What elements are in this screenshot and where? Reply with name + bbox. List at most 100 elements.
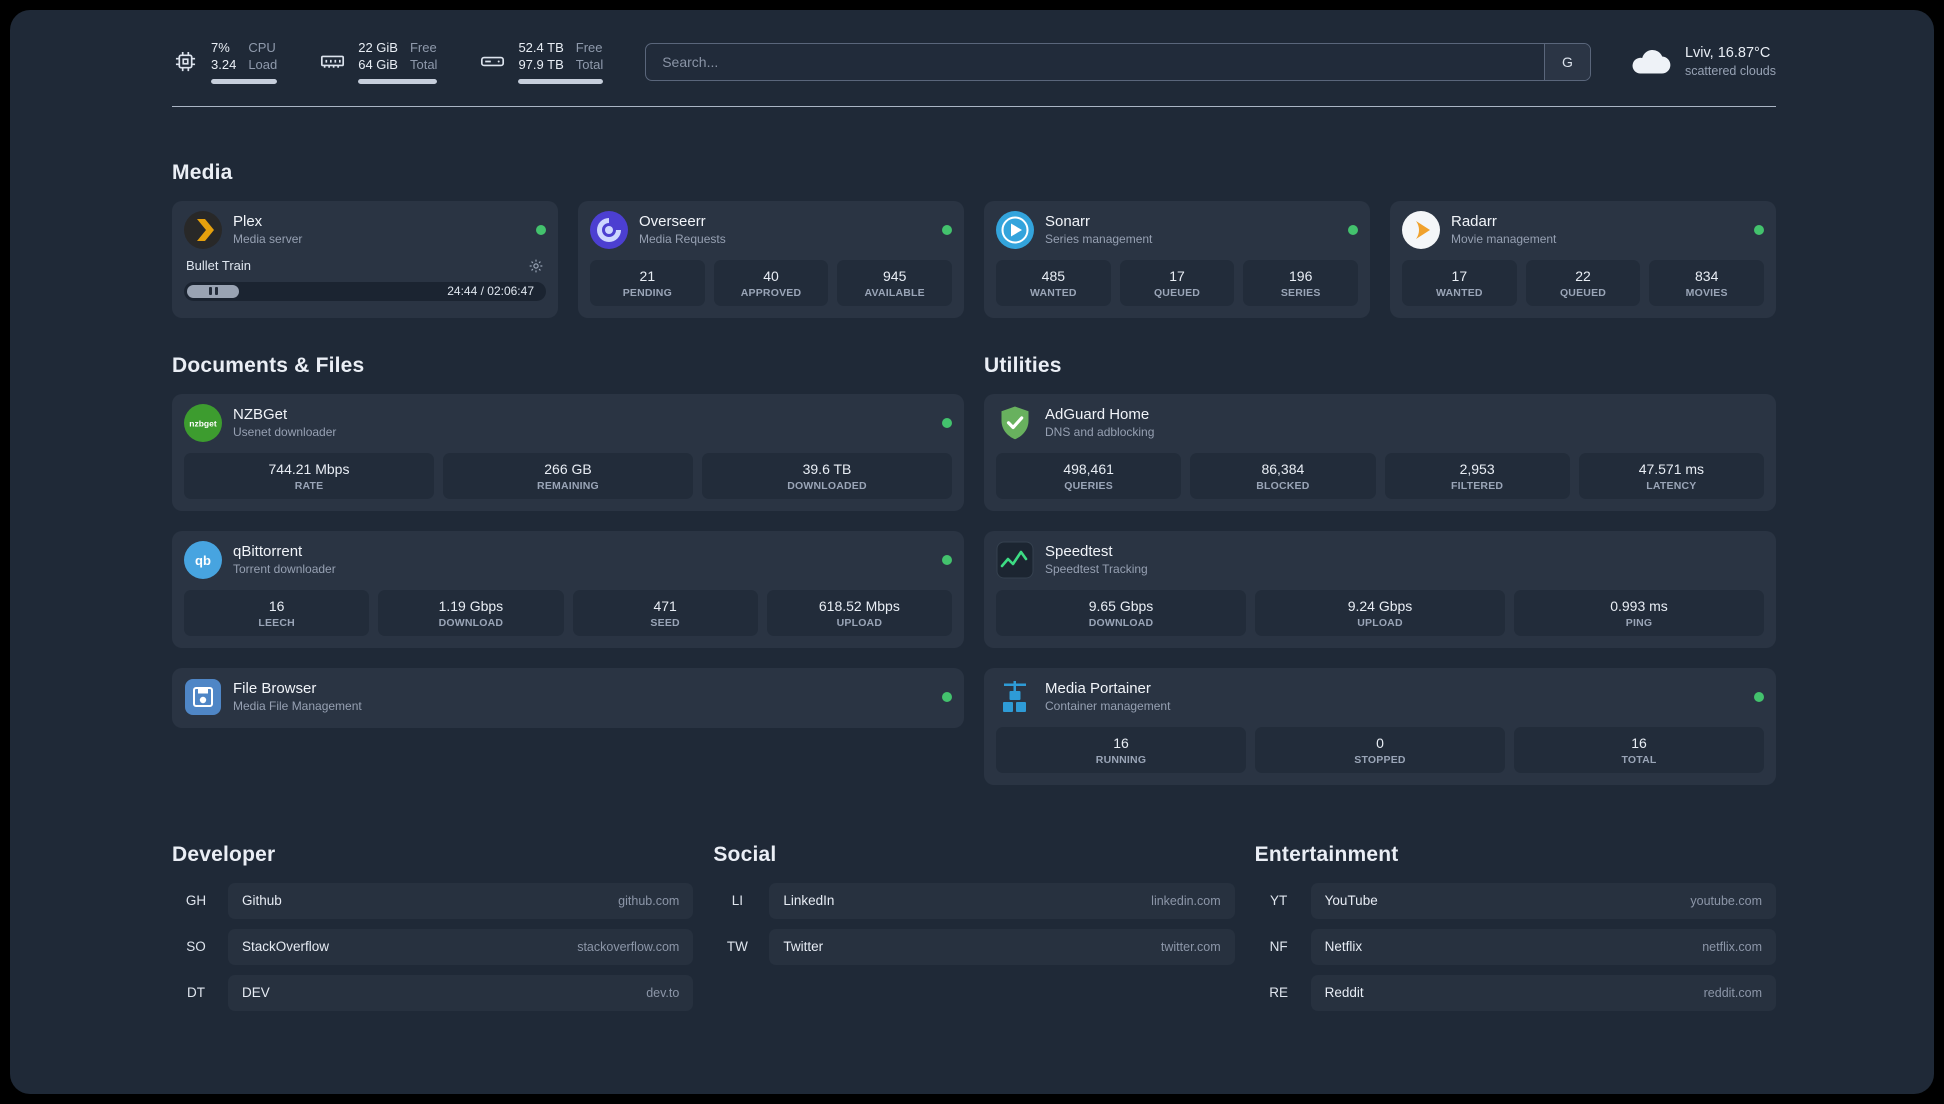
bookmark-abbr: YT (1270, 893, 1288, 908)
app-subtitle: Media Requests (639, 232, 726, 246)
bookmark-link-twitter[interactable]: Twitter twitter.com (769, 928, 1235, 965)
stat-approved: 40 APPROVED (713, 259, 829, 306)
svg-text:nzbget: nzbget (189, 418, 217, 428)
bookmark-abbr: LI (731, 893, 743, 908)
bookmark-link-github[interactable]: Github github.com (228, 882, 694, 919)
app-name: qBittorrent (233, 543, 303, 560)
bookmark-row-stackoverflow: SO StackOverflow stackoverflow.com (172, 928, 694, 965)
stat-pending: 21 PENDING (590, 259, 705, 306)
stat-upload: 9.24 Gbps UPLOAD (1255, 589, 1505, 636)
utilities-section: Utilities AdGuard Home DNS and adblockin… (984, 354, 1776, 785)
storage-free-value: 52.4 TB (518, 40, 564, 55)
app-card-overseerr: Overseerr Media Requests 21 PENDING 40 A… (578, 200, 964, 318)
ram-icon (319, 48, 346, 75)
app-link-speedtest[interactable]: Speedtest Speedtest Tracking (996, 541, 1148, 579)
storage-total-label: Total (575, 57, 604, 73)
stat-running: 16 RUNNING (996, 726, 1246, 773)
overseerr-icon (590, 210, 628, 249)
bookmark-row-linkedin: LI LinkedIn linkedin.com (713, 882, 1235, 919)
topbar-divider (172, 105, 1776, 107)
cpu-load-value: 3.24 (211, 57, 237, 73)
stat-leech: 16 LEECH (184, 589, 370, 636)
cpu-load-label: Load (248, 57, 278, 73)
app-card-qbittorrent: qb qBittorrent Torrent downloader 16 LEE… (172, 530, 964, 648)
app-subtitle: Usenet downloader (233, 425, 337, 439)
bookmark-row-reddit: RE Reddit reddit.com (1255, 974, 1776, 1011)
app-name: Sonarr (1045, 213, 1091, 230)
weather-widget: Lviv, 16.87°C scattered clouds (1629, 45, 1776, 78)
weather-condition: scattered clouds (1684, 64, 1776, 79)
pause-icon[interactable] (187, 284, 239, 298)
app-link-portainer[interactable]: Media Portainer Container management (996, 678, 1170, 716)
stat-stopped: 0 STOPPED (1255, 726, 1505, 773)
bookmark-link-stackoverflow[interactable]: StackOverflow stackoverflow.com (228, 928, 694, 965)
bookmark-link-youtube[interactable]: YouTube youtube.com (1310, 882, 1776, 919)
section-title-documents: Documents & Files (172, 353, 365, 377)
app-link-qbittorrent[interactable]: qb qBittorrent Torrent downloader (184, 540, 336, 579)
bookmark-abbr: GH (185, 893, 207, 908)
app-link-filebrowser[interactable]: File Browser Media File Management (184, 678, 362, 716)
memory-metric: 22 GiB 64 GiB Free Total (319, 40, 438, 84)
app-card-plex: Plex Media server Bullet Train 24:44 / 0… (172, 200, 558, 318)
app-name: Radarr (1451, 213, 1497, 230)
app-link-plex[interactable]: Plex Media server (184, 210, 303, 249)
bookmark-link-dev[interactable]: DEV dev.to (228, 974, 694, 1011)
section-title-media: Media (172, 160, 233, 184)
app-name: Media Portainer (1045, 680, 1151, 697)
svg-text:qb: qb (195, 553, 211, 568)
app-subtitle: Movie management (1451, 232, 1557, 246)
app-card-speedtest: Speedtest Speedtest Tracking 9.65 Gbps D… (984, 530, 1776, 648)
bookmark-row-twitter: TW Twitter twitter.com (713, 928, 1235, 965)
bookmark-link-linkedin[interactable]: LinkedIn linkedin.com (769, 882, 1235, 919)
stat-ping: 0.993 ms PING (1514, 589, 1764, 636)
storage-total-value: 97.9 TB (518, 57, 564, 73)
portainer-crane-icon (996, 678, 1034, 716)
bookmark-abbr: RE (1269, 985, 1289, 1000)
documents-section: Documents & Files nzbget NZBGet Usenet d… (172, 354, 964, 785)
app-subtitle: Media server (233, 232, 303, 246)
app-link-overseerr[interactable]: Overseerr Media Requests (590, 210, 726, 249)
bookmark-link-reddit[interactable]: Reddit reddit.com (1310, 974, 1776, 1011)
storage-free-label: Free (575, 40, 603, 55)
bookmark-row-dev: DT DEV dev.to (172, 974, 694, 1011)
search-engine-button[interactable]: G (1543, 43, 1590, 80)
stat-wanted: 485 WANTED (996, 259, 1111, 306)
bookmark-link-netflix[interactable]: Netflix netflix.com (1310, 928, 1776, 965)
cpu-usage-value: 7% (211, 40, 230, 55)
stat-upload: 618.52 Mbps UPLOAD (766, 589, 952, 636)
search-input[interactable] (646, 43, 1544, 80)
stat-movies: 834 MOVIES (1649, 259, 1765, 306)
now-playing-title: Bullet Train (186, 258, 252, 273)
cpu-label: CPU (248, 40, 276, 55)
status-online-dot (942, 554, 952, 565)
app-subtitle: Torrent downloader (233, 562, 336, 576)
topbar: 7% 3.24 CPU Load 22 GiB 64 GiB Free Tota… (172, 40, 1776, 84)
bookmark-abbr: DT (187, 985, 205, 1000)
app-link-radarr[interactable]: Radarr Movie management (1402, 210, 1557, 249)
status-online-dot (1754, 224, 1764, 235)
stat-queued: 22 QUEUED (1525, 259, 1641, 306)
qbittorrent-icon: qb (184, 540, 222, 579)
bookmark-abbr: SO (186, 939, 206, 954)
storage-metric: 52.4 TB 97.9 TB Free Total (479, 40, 604, 84)
stat-filtered: 2,953 FILTERED (1384, 452, 1570, 499)
section-title-entertainment: Entertainment (1254, 842, 1399, 866)
app-link-adguard[interactable]: AdGuard Home DNS and adblocking (996, 404, 1154, 442)
app-subtitle: Container management (1045, 699, 1171, 713)
stat-series: 196 SERIES (1243, 259, 1359, 306)
app-subtitle: Media File Management (233, 699, 362, 713)
app-link-sonarr[interactable]: Sonarr Series management (996, 210, 1152, 249)
search-bar: G (645, 42, 1591, 81)
hard-drive-icon (479, 48, 506, 75)
gear-icon[interactable] (528, 258, 544, 274)
app-link-nzbget[interactable]: nzbget NZBGet Usenet downloader (184, 403, 337, 442)
playback-progress-bar[interactable]: 24:44 / 02:06:47 (184, 281, 546, 301)
status-online-dot (942, 224, 952, 235)
stat-seed: 471 SEED (572, 589, 758, 636)
cloud-icon (1629, 46, 1671, 78)
memory-usage-bar (358, 78, 438, 84)
filebrowser-icon (184, 678, 222, 716)
entertainment-section: Entertainment YT YouTube youtube.com NF … (1255, 843, 1776, 1011)
memory-free-value: 22 GiB (358, 40, 398, 55)
bookmark-row-youtube: YT YouTube youtube.com (1255, 882, 1776, 919)
